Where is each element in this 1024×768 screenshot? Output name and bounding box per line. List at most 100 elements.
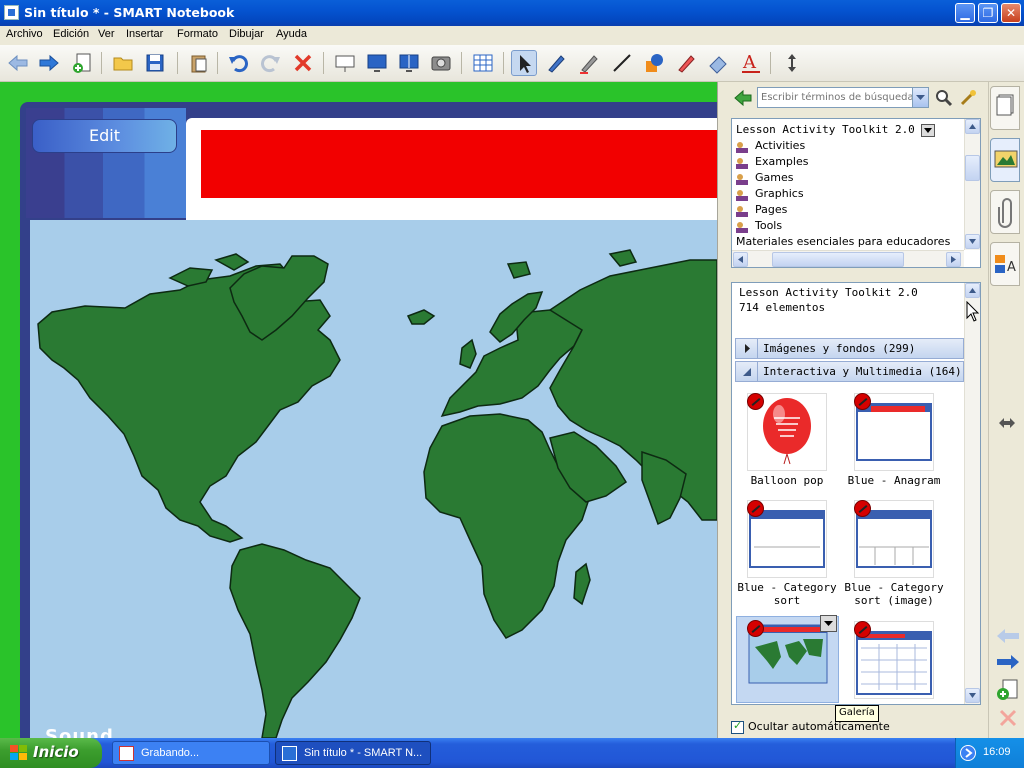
tree-item-activities[interactable]: Activities	[755, 139, 805, 152]
menu-dibujar[interactable]: Dibujar	[229, 28, 264, 40]
tree-item-pages[interactable]: Pages	[755, 203, 787, 216]
menu-ver[interactable]: Ver	[98, 28, 115, 40]
title-red-bar[interactable]	[201, 130, 717, 198]
sidebar-next-page-icon[interactable]	[995, 652, 1021, 675]
pen-icon[interactable]	[543, 50, 569, 76]
creative-pen-icon[interactable]	[576, 50, 602, 76]
line-icon[interactable]	[609, 50, 635, 76]
folder-people-icon	[735, 220, 749, 234]
tray-expand-icon[interactable]	[960, 745, 976, 761]
undo-icon[interactable]	[225, 50, 251, 76]
table-icon[interactable]	[470, 50, 496, 76]
paste-icon[interactable]	[186, 50, 212, 76]
gallery-tab[interactable]	[990, 138, 1020, 182]
south-america-landmass	[229, 543, 361, 738]
british-isles-landmass	[459, 338, 477, 369]
collapsed-triangle-icon[interactable]	[736, 339, 758, 358]
sidebar-prev-page-icon[interactable]	[995, 626, 1021, 649]
scroll-up-icon[interactable]	[965, 283, 980, 298]
delete-icon[interactable]	[290, 50, 316, 76]
menu-ayuda[interactable]: Ayuda	[276, 28, 307, 40]
windows-logo-icon	[10, 745, 28, 765]
back-arrow-icon[interactable]	[5, 50, 31, 76]
add-page-icon[interactable]	[69, 50, 95, 76]
thumbnail-label: Balloon pop	[750, 474, 824, 487]
tree-item-games[interactable]: Games	[755, 171, 793, 184]
tree-horizontal-scrollbar[interactable]	[732, 250, 964, 267]
flash-badge-icon	[854, 500, 871, 517]
menu-edicion[interactable]: Edición	[53, 28, 89, 40]
minimize-button[interactable]: ▁	[955, 3, 975, 23]
tree-item-materiales[interactable]: Materiales esenciales para educadores	[736, 235, 950, 248]
checkbox-checked[interactable]	[731, 719, 744, 734]
eraser-icon[interactable]	[705, 50, 731, 76]
forward-arrow-icon[interactable]	[36, 50, 62, 76]
items-vertical-scrollbar[interactable]	[964, 283, 980, 704]
title-bar[interactable]: Sin título * - SMART Notebook ▁ ❐ ✕	[0, 0, 1024, 26]
capture-icon[interactable]	[428, 50, 454, 76]
flash-badge-icon	[747, 620, 764, 637]
redo-icon[interactable]	[258, 50, 284, 76]
select-pointer-icon[interactable]	[511, 50, 537, 76]
full-screen-icon[interactable]	[364, 50, 390, 76]
menu-insertar[interactable]: Insertar	[126, 28, 163, 40]
save-icon[interactable]	[142, 50, 168, 76]
properties-tab[interactable]: A	[990, 242, 1020, 286]
scroll-left-icon[interactable]	[733, 252, 748, 267]
taskbar-item-smart-notebook[interactable]: Sin título * - SMART N...	[275, 741, 431, 765]
close-button[interactable]: ✕	[1001, 3, 1021, 23]
sidebar-add-page-icon[interactable]	[995, 678, 1021, 705]
scroll-right-icon[interactable]	[946, 252, 961, 267]
fill-icon[interactable]	[673, 50, 699, 76]
move-toolbar-icon[interactable]	[779, 50, 805, 76]
scroll-thumb[interactable]	[965, 155, 980, 181]
edit-button[interactable]: Edit	[32, 119, 177, 153]
search-options-icon[interactable]	[958, 88, 978, 108]
smart-notebook-app-icon[interactable]	[4, 5, 19, 20]
expanded-triangle-icon[interactable]	[736, 362, 758, 381]
text-icon[interactable]: A	[738, 50, 764, 76]
menu-archivo[interactable]: Archivo	[6, 28, 43, 40]
tree-item-graphics[interactable]: Graphics	[755, 187, 804, 200]
taskbar-item-grabando[interactable]: Grabando...	[112, 741, 270, 765]
scroll-down-icon[interactable]	[965, 688, 980, 703]
menu-formato[interactable]: Formato	[177, 28, 218, 40]
gallery-items-list[interactable]: Lesson Activity Toolkit 2.0 714 elemento…	[731, 282, 981, 705]
collection-count: 714 elementos	[739, 301, 826, 314]
folder-people-icon	[735, 204, 749, 218]
menu-bar: Archivo Edición Ver Insertar Formato Dib…	[0, 26, 1024, 45]
sidebar-delete-page-icon[interactable]	[997, 707, 1019, 732]
category-imagenes-fondos[interactable]: Imágenes y fondos (299)	[735, 338, 964, 359]
window-title: Sin título * - SMART Notebook	[24, 5, 235, 20]
shapes-icon[interactable]	[641, 50, 667, 76]
page-sorter-tab[interactable]	[990, 86, 1020, 130]
tree-root-dropdown-icon[interactable]	[921, 123, 936, 137]
tree-root-item[interactable]: Lesson Activity Toolkit 2.0	[736, 123, 936, 137]
gallery-back-arrow-icon[interactable]	[733, 89, 753, 107]
h-scroll-thumb[interactable]	[772, 252, 904, 267]
screen-shade-icon[interactable]	[332, 50, 358, 76]
gallery-search-input[interactable]	[758, 88, 912, 107]
scroll-up-icon[interactable]	[965, 119, 980, 134]
flash-badge-icon	[747, 393, 764, 410]
attachments-tab[interactable]	[990, 190, 1020, 234]
world-map[interactable]	[30, 220, 717, 738]
thumbnail-menu-dropdown-icon[interactable]	[820, 615, 837, 632]
clock[interactable]: 16:09	[983, 746, 1011, 758]
category-interactiva-multimedia[interactable]: Interactiva y Multimedia (164)	[735, 361, 964, 382]
folder-people-icon	[735, 140, 749, 154]
resize-sidebar-arrows-icon[interactable]	[997, 414, 1017, 435]
search-magnifier-icon[interactable]	[934, 88, 954, 108]
tree-item-examples[interactable]: Examples	[755, 155, 808, 168]
maximize-button[interactable]: ❐	[978, 3, 998, 23]
gallery-search-box[interactable]	[757, 87, 929, 108]
open-folder-icon[interactable]	[110, 50, 136, 76]
tree-item-tools[interactable]: Tools	[755, 219, 782, 232]
dual-page-icon[interactable]	[396, 50, 422, 76]
search-dropdown-button[interactable]	[912, 88, 928, 107]
scroll-down-icon[interactable]	[965, 234, 980, 249]
gallery-tree[interactable]: Lesson Activity Toolkit 2.0 Activities E…	[731, 118, 981, 268]
thumbnail-label: Blue - Anagram	[847, 474, 941, 487]
start-button[interactable]: Inicio	[0, 738, 102, 768]
tree-vertical-scrollbar[interactable]	[964, 119, 980, 250]
